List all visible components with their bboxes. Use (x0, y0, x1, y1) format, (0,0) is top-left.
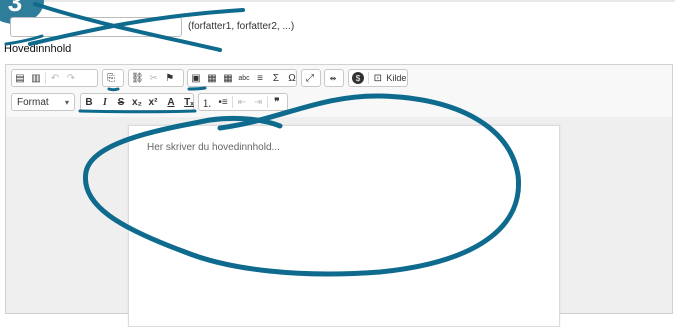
undo-icon[interactable]: ↶ (47, 70, 63, 86)
template-icon[interactable]: ⎘ (103, 70, 119, 86)
show-blocks-icon[interactable]: ⇹ (325, 70, 341, 86)
authors-hint: (forfatter1, forfatter2, ...) (188, 21, 295, 32)
separator (45, 72, 46, 84)
anchor-flag-icon[interactable]: ⚑ (162, 70, 178, 86)
indent-icon[interactable]: ⇥ (250, 94, 266, 110)
list-group: ⒈ •≡ ⇤ ⇥ ❞ (198, 93, 288, 111)
numbered-list-icon[interactable]: ⒈ (199, 94, 215, 110)
link-group: ⛓ ✂ ⚑ (128, 69, 184, 87)
table-icon[interactable]: ▦ (220, 70, 236, 86)
maximize-group: ⤢ (301, 69, 321, 87)
source-icon[interactable]: ⊡ (370, 70, 386, 86)
omega-icon[interactable]: Ω (284, 70, 300, 86)
italic-button[interactable]: I (97, 94, 113, 110)
separator (232, 96, 233, 108)
media-icon[interactable]: ▦ (204, 70, 220, 86)
insert-group: ▣ ▦ ▦ abc ≡ Σ Ω (187, 69, 297, 87)
subscript-button[interactable]: x₂ (129, 94, 145, 110)
clipboard-group: ▤ ▥ ↶ ↷ (11, 69, 98, 87)
blockquote-icon[interactable]: ❞ (269, 94, 285, 110)
rich-text-editor: ▤ ▥ ↶ ↷ ⎘ ⛓ ✂ ⚑ ▣ ▦ ▦ abc ≡ Σ Ω ⤢ ⇹ $ ⊡ … (5, 64, 673, 327)
editor-canvas: Her skriver du hovedinnhold... (6, 117, 672, 327)
blocks-group: ⇹ (324, 69, 344, 87)
top-divider (0, 0, 675, 2)
source-group: $ ⊡ Kilde (348, 69, 408, 87)
chevron-down-icon: ▾ (64, 97, 69, 107)
editor-placeholder: Her skriver du hovedinnhold... (147, 142, 280, 153)
bullet-list-icon[interactable]: •≡ (215, 94, 231, 110)
unlink-icon[interactable]: ✂ (146, 70, 162, 86)
dollar-icon[interactable]: $ (352, 72, 364, 84)
text-style-group: B I S x₂ x² A Tₓ (80, 93, 194, 111)
authors-input[interactable] (10, 17, 182, 37)
font-color-button[interactable]: A (163, 94, 179, 110)
bold-button[interactable]: B (81, 94, 97, 110)
remove-format-button[interactable]: Tₓ (181, 94, 197, 110)
separator (368, 72, 369, 84)
horizontal-rule-icon[interactable]: ≡ (252, 70, 268, 86)
paste-word-icon[interactable]: ▥ (28, 70, 44, 86)
template-group: ⎘ (102, 69, 124, 87)
source-button-label[interactable]: Kilde (386, 70, 407, 86)
redo-icon[interactable]: ↷ (63, 70, 79, 86)
editor-toolbar: ▤ ▥ ↶ ↷ ⎘ ⛓ ✂ ⚑ ▣ ▦ ▦ abc ≡ Σ Ω ⤢ ⇹ $ ⊡ … (6, 65, 672, 118)
link-icon[interactable]: ⛓ (129, 70, 146, 86)
sigma-icon[interactable]: Σ (268, 70, 284, 86)
editor-page[interactable]: Her skriver du hovedinnhold... (128, 125, 560, 327)
image-icon[interactable]: ▣ (188, 70, 204, 86)
format-dropdown[interactable]: Format ▾ (11, 93, 75, 111)
separator (267, 96, 268, 108)
spellcheck-icon[interactable]: abc (236, 70, 252, 86)
section-label: Hovedinnhold (4, 43, 72, 55)
outdent-icon[interactable]: ⇤ (234, 94, 250, 110)
format-label: Format (17, 96, 49, 108)
paste-icon[interactable]: ▤ (12, 70, 28, 86)
strikethrough-button[interactable]: S (113, 94, 129, 110)
maximize-icon[interactable]: ⤢ (302, 70, 318, 86)
superscript-button[interactable]: x² (145, 94, 161, 110)
